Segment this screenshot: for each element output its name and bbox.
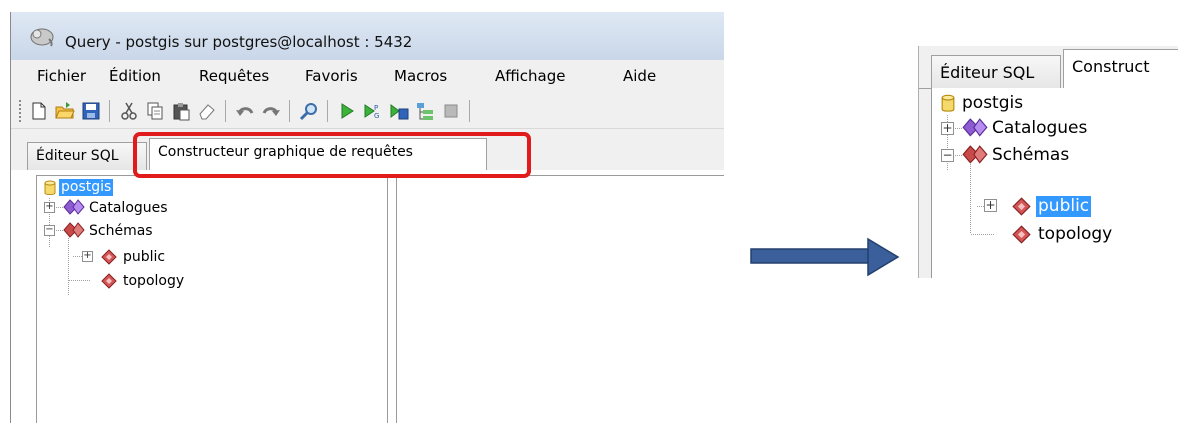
zoomed-tree-panel: Éditeur SQL Construct postgis + Catalogu… xyxy=(918,46,1178,278)
editor-content: postgis + Catalogues − Schémas + public … xyxy=(11,170,724,423)
new-icon[interactable] xyxy=(29,101,49,121)
database-icon xyxy=(941,94,955,112)
arrow-right-icon xyxy=(750,237,900,277)
menu-aide[interactable]: Aide xyxy=(623,67,656,85)
expand-catalogues-icon[interactable]: + xyxy=(44,202,55,213)
title-bar: Query - postgis sur postgres@localhost :… xyxy=(11,12,724,60)
collapse-schemas-icon[interactable]: − xyxy=(941,149,954,162)
tree-connector xyxy=(971,234,995,235)
elephant-app-icon xyxy=(30,28,54,47)
window-title: Query - postgis sur postgres@localhost :… xyxy=(65,33,413,51)
expand-public-icon[interactable]: + xyxy=(82,251,93,262)
tree-connector xyxy=(68,238,69,296)
menu-bar: Fichier Édition Requêtes Favoris Macros … xyxy=(11,62,724,92)
tree-label-public: public xyxy=(123,249,166,265)
toolbar-separator xyxy=(225,100,226,122)
tab-query-builder-label: Constructeur graphique de requêtes xyxy=(158,144,413,160)
copy-icon[interactable] xyxy=(145,101,165,121)
zoom-schema-tree: postgis + Catalogues − Schémas + public xyxy=(931,88,1178,278)
svg-text:G: G xyxy=(374,112,379,120)
eraser-icon[interactable] xyxy=(197,101,217,121)
schemas-icon xyxy=(63,222,85,238)
paste-icon[interactable] xyxy=(171,101,191,121)
toolbar: PG xyxy=(11,94,724,129)
tab-query-builder[interactable]: Constructeur graphique de requêtes xyxy=(149,138,487,170)
editor-tabstrip: Éditeur SQL Constructeur graphique de re… xyxy=(11,136,724,171)
undo-icon[interactable] xyxy=(235,101,255,121)
menu-macros[interactable]: Macros xyxy=(394,67,447,85)
tab-sql-editor-label: Éditeur SQL xyxy=(36,148,119,164)
zoom-tab-sql-editor[interactable]: Éditeur SQL xyxy=(931,55,1061,89)
zoom-tree-label-schemas: Schémas xyxy=(992,145,1070,165)
run-icon[interactable] xyxy=(337,101,357,121)
svg-text:P: P xyxy=(374,104,378,112)
schema-tree: postgis + Catalogues − Schémas + public … xyxy=(36,175,388,423)
menu-edition[interactable]: Édition xyxy=(109,67,161,85)
run-to-file-icon[interactable] xyxy=(389,101,409,121)
find-icon[interactable] xyxy=(299,101,319,121)
schema-icon xyxy=(1012,225,1031,244)
zoom-tree-label-public: public xyxy=(1036,196,1092,217)
query-builder-canvas[interactable] xyxy=(396,175,724,423)
zoom-tab-sql-editor-label: Éditeur SQL xyxy=(940,63,1035,82)
toolbar-grip[interactable] xyxy=(19,100,21,122)
open-folder-icon[interactable] xyxy=(55,101,75,121)
cut-icon[interactable] xyxy=(119,101,139,121)
schema-icon xyxy=(101,249,117,265)
run-pgsql-icon[interactable]: PG xyxy=(363,101,383,121)
catalogues-icon xyxy=(962,118,988,137)
toolbar-separator xyxy=(469,100,470,122)
collapse-schemas-icon[interactable]: − xyxy=(44,225,55,236)
expand-public-icon[interactable]: + xyxy=(984,199,997,212)
database-icon xyxy=(44,180,56,195)
zoom-tab-query-builder-label: Construct xyxy=(1072,57,1150,76)
stop-icon[interactable] xyxy=(441,101,461,121)
tree-label-catalogues: Catalogues xyxy=(89,200,168,216)
schemas-icon xyxy=(962,145,988,164)
query-window: Query - postgis sur postgres@localhost :… xyxy=(10,12,724,423)
expand-catalogues-icon[interactable]: + xyxy=(941,122,954,135)
toolbar-separator xyxy=(289,100,290,122)
tab-sql-editor[interactable]: Éditeur SQL xyxy=(27,142,147,170)
zoom-tab-query-builder[interactable]: Construct xyxy=(1063,49,1178,89)
menu-fichier[interactable]: Fichier xyxy=(37,67,86,85)
menu-requetes[interactable]: Requêtes xyxy=(199,67,269,85)
menu-affichage[interactable]: Affichage xyxy=(495,67,565,85)
zoom-tree-label-topology: topology xyxy=(1038,224,1113,244)
redo-icon[interactable] xyxy=(261,101,281,121)
zoom-tree-label-catalogues: Catalogues xyxy=(992,118,1088,138)
schema-icon xyxy=(101,273,117,289)
tree-connector xyxy=(69,280,91,281)
toolbar-separator xyxy=(327,100,328,122)
menu-favoris[interactable]: Favoris xyxy=(305,67,358,85)
catalogues-icon xyxy=(63,199,85,215)
tree-label-postgis: postgis xyxy=(59,179,114,196)
tree-connector xyxy=(970,164,971,234)
zoom-tree-label-postgis: postgis xyxy=(962,93,1024,113)
zoom-tabstrip: Éditeur SQL Construct xyxy=(919,46,1178,89)
toolbar-separator xyxy=(109,100,110,122)
save-icon[interactable] xyxy=(81,101,101,121)
explain-icon[interactable] xyxy=(415,101,435,121)
schema-icon xyxy=(1012,197,1031,216)
tree-label-schemas: Schémas xyxy=(89,223,153,239)
tree-label-topology: topology xyxy=(123,273,185,289)
